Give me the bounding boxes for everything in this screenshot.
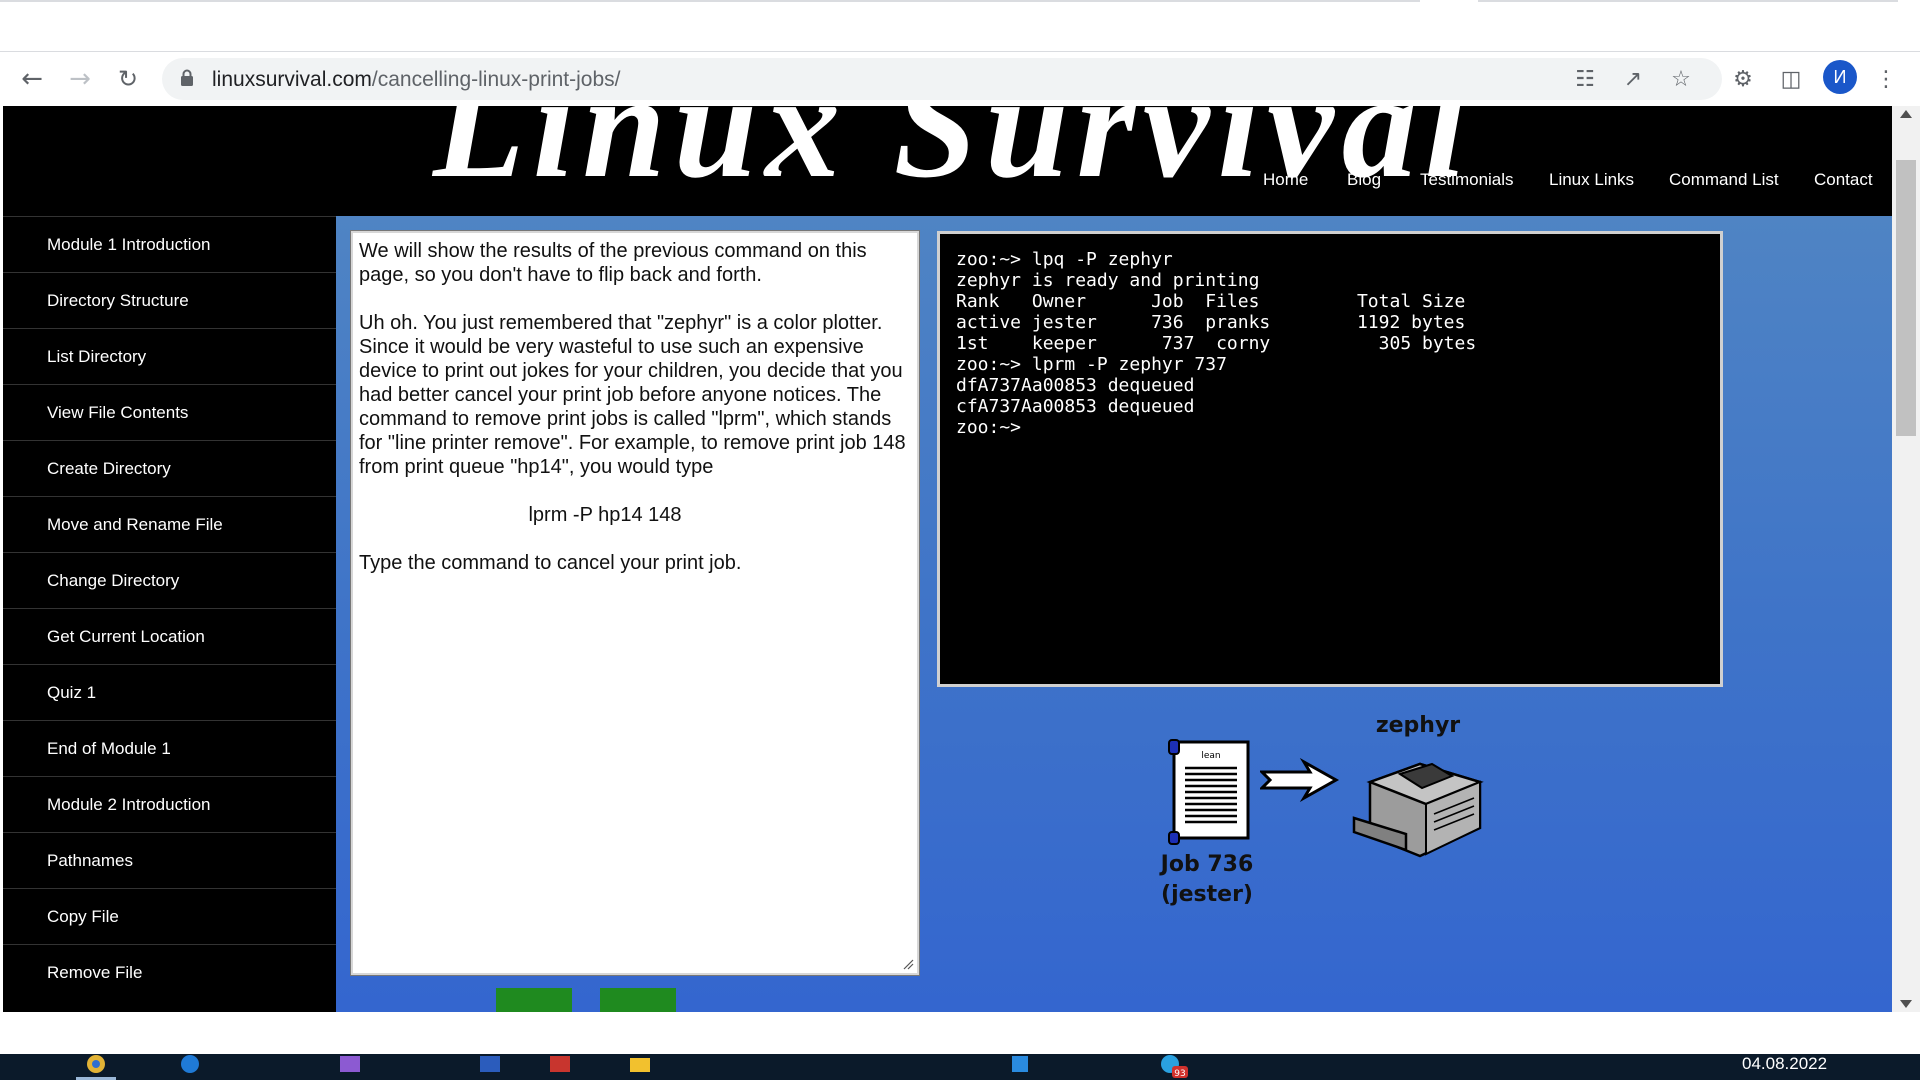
nav-testimonials[interactable]: Testimonials bbox=[1420, 170, 1514, 190]
resize-handle-icon[interactable] bbox=[902, 958, 914, 970]
sidebar-item-end-of-module-1[interactable]: End of Module 1 bbox=[3, 720, 336, 776]
job-number-label: Job 736 bbox=[1160, 852, 1254, 877]
scroll-thumb[interactable] bbox=[1896, 160, 1916, 436]
tab-divider bbox=[1478, 0, 1898, 2]
lesson-paragraph-3: Type the command to cancel your print jo… bbox=[359, 552, 742, 574]
nav-command-list[interactable]: Command List bbox=[1669, 170, 1779, 190]
browser-tabstrip bbox=[0, 0, 1920, 52]
bookmark-star-icon[interactable]: ☆ bbox=[1668, 66, 1694, 92]
url-path: /cancelling-linux-print-jobs/ bbox=[371, 68, 621, 91]
next-button[interactable] bbox=[600, 988, 676, 1012]
url-domain: linuxsurvival.com bbox=[212, 68, 372, 91]
sidebar-item-create-directory[interactable]: Create Directory bbox=[3, 440, 336, 496]
notification-badge: 93 bbox=[1174, 1069, 1185, 1079]
edge-taskbar-icon[interactable] bbox=[170, 1054, 210, 1080]
sidebar-item-view-file-contents[interactable]: View File Contents bbox=[3, 384, 336, 440]
sidebar-item-quiz-1[interactable]: Quiz 1 bbox=[3, 664, 336, 720]
taskbar bbox=[0, 1054, 1920, 1080]
telegram-taskbar-icon[interactable]: 93 bbox=[1150, 1054, 1190, 1080]
address-bar[interactable]: linuxsurvival.com/cancelling-linux-print… bbox=[162, 58, 1722, 100]
arrow-right-icon bbox=[1260, 758, 1340, 802]
sidebar-item-list-directory[interactable]: List Directory bbox=[3, 328, 336, 384]
site-header: Linux Survival Home Blog Testimonials Li… bbox=[3, 106, 1892, 216]
forward-icon[interactable]: → bbox=[64, 63, 96, 95]
sidebar-item-module-2-introduction[interactable]: Module 2 Introduction bbox=[3, 776, 336, 832]
share-icon[interactable]: ↗ bbox=[1620, 66, 1646, 92]
profile-avatar[interactable]: И bbox=[1823, 60, 1857, 94]
sidebar-item-get-current-location[interactable]: Get Current Location bbox=[3, 608, 336, 664]
terminal-window[interactable]: zoo:~> lpq -P zephyr zephyr is ready and… bbox=[937, 231, 1723, 687]
sidebar-item-pathnames[interactable]: Pathnames bbox=[3, 832, 336, 888]
prev-button[interactable] bbox=[496, 988, 572, 1012]
visual-studio-taskbar-icon[interactable] bbox=[330, 1054, 370, 1080]
print-job-scroll-icon: lean bbox=[1168, 739, 1250, 845]
nav-home[interactable]: Home bbox=[1263, 170, 1308, 190]
translate-icon[interactable]: ☷ bbox=[1572, 66, 1598, 92]
nav-blog[interactable]: Blog bbox=[1347, 170, 1381, 190]
taskbar-date[interactable]: 04.08.2022 bbox=[1742, 1054, 1827, 1074]
side-panel-icon[interactable]: ◫ bbox=[1775, 63, 1807, 95]
scroll-down-icon[interactable] bbox=[1900, 1000, 1912, 1008]
sidebar-item-copy-file[interactable]: Copy File bbox=[3, 888, 336, 944]
sidebar-item-module-1-introduction[interactable]: Module 1 Introduction bbox=[3, 216, 336, 272]
lock-icon bbox=[181, 69, 193, 86]
chrome-taskbar-icon[interactable] bbox=[76, 1054, 116, 1080]
scroll-up-icon[interactable] bbox=[1900, 110, 1912, 118]
explorer-taskbar-icon[interactable] bbox=[620, 1054, 660, 1080]
browser-toolbar: ← → ↻ linuxsurvival.com/cancelling-linux… bbox=[0, 52, 1920, 106]
sidebar-menu: Module 1 Introduction Directory Structur… bbox=[3, 216, 336, 1012]
word-taskbar-icon[interactable] bbox=[470, 1054, 510, 1080]
site-logo[interactable]: Linux Survival bbox=[433, 106, 1474, 212]
sidebar-item-remove-file[interactable]: Remove File bbox=[3, 944, 336, 1000]
terminal-output: zoo:~> lpq -P zephyr zephyr is ready and… bbox=[956, 249, 1477, 438]
url-text: linuxsurvival.com/cancelling-linux-print… bbox=[212, 68, 621, 92]
vscode-taskbar-icon[interactable] bbox=[1000, 1054, 1040, 1080]
web-page: Linux Survival Home Blog Testimonials Li… bbox=[0, 106, 1892, 1012]
app-taskbar-icon[interactable] bbox=[540, 1054, 580, 1080]
tab-divider bbox=[0, 0, 1420, 2]
menu-dots-icon[interactable]: ⋮ bbox=[1870, 63, 1902, 95]
reload-icon[interactable]: ↻ bbox=[112, 63, 144, 95]
printer-icon bbox=[1352, 762, 1484, 858]
lesson-textarea[interactable]: We will show the results of the previous… bbox=[350, 230, 920, 976]
sidebar-item-move-and-rename-file[interactable]: Move and Rename File bbox=[3, 496, 336, 552]
nav-contact[interactable]: Contact bbox=[1814, 170, 1873, 190]
job-owner-label: (jester) bbox=[1161, 882, 1253, 907]
sidebar-item-directory-structure[interactable]: Directory Structure bbox=[3, 272, 336, 328]
sidebar-item-change-directory[interactable]: Change Directory bbox=[3, 552, 336, 608]
lesson-paragraph-1: We will show the results of the previous… bbox=[359, 240, 867, 286]
scroll-title: lean bbox=[1201, 751, 1220, 761]
lesson-paragraph-2: Uh oh. You just remembered that "zephyr"… bbox=[359, 312, 906, 478]
extensions-icon[interactable]: ⚙ bbox=[1727, 63, 1759, 95]
nav-linux-links[interactable]: Linux Links bbox=[1549, 170, 1634, 190]
back-icon[interactable]: ← bbox=[16, 63, 48, 95]
example-command: lprm -P hp14 148 bbox=[528, 504, 682, 526]
lesson-area: We will show the results of the previous… bbox=[336, 216, 1892, 1012]
printer-name-label: zephyr bbox=[1375, 713, 1461, 738]
